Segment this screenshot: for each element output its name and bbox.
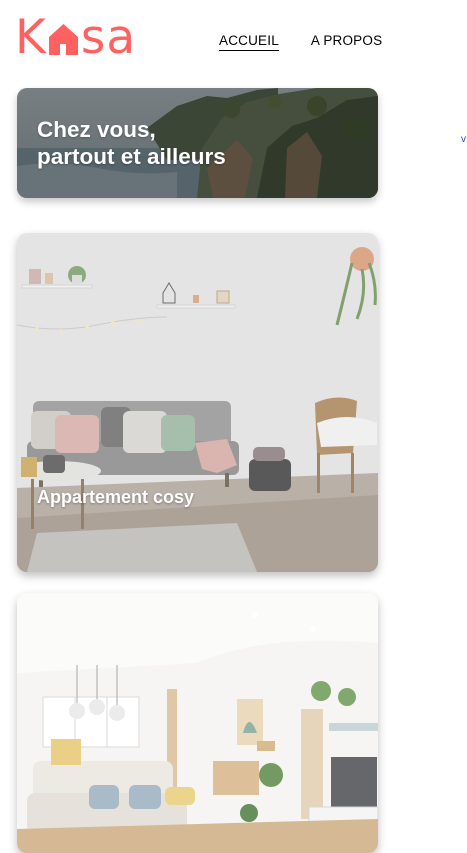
banner-title-line-1: Chez vous, bbox=[37, 117, 156, 142]
listing-card[interactable]: Appartement cosy bbox=[17, 233, 378, 572]
living-room-photo bbox=[17, 233, 378, 572]
logo-letters-sa: sa bbox=[80, 10, 137, 65]
main-nav: ACCUEIL A PROPOS bbox=[219, 33, 382, 51]
site-header: K sa ACCUEIL A PROPOS bbox=[0, 0, 467, 80]
bright-living-room-photo bbox=[17, 593, 378, 853]
stray-glyph: v bbox=[461, 134, 466, 145]
hero-banner: Chez vous, partout et ailleurs bbox=[17, 88, 378, 198]
nav-link-a-propos[interactable]: A PROPOS bbox=[311, 33, 382, 51]
banner-title: Chez vous, partout et ailleurs bbox=[37, 116, 226, 170]
house-icon bbox=[48, 24, 78, 55]
logo-letter-k: K bbox=[15, 10, 47, 65]
listing-title: Appartement cosy bbox=[37, 487, 195, 507]
kasa-logo[interactable]: K sa bbox=[15, 14, 136, 62]
nav-link-accueil[interactable]: ACCUEIL bbox=[219, 33, 279, 51]
banner-title-line-2: partout et ailleurs bbox=[37, 144, 226, 169]
listing-card[interactable] bbox=[17, 593, 378, 853]
